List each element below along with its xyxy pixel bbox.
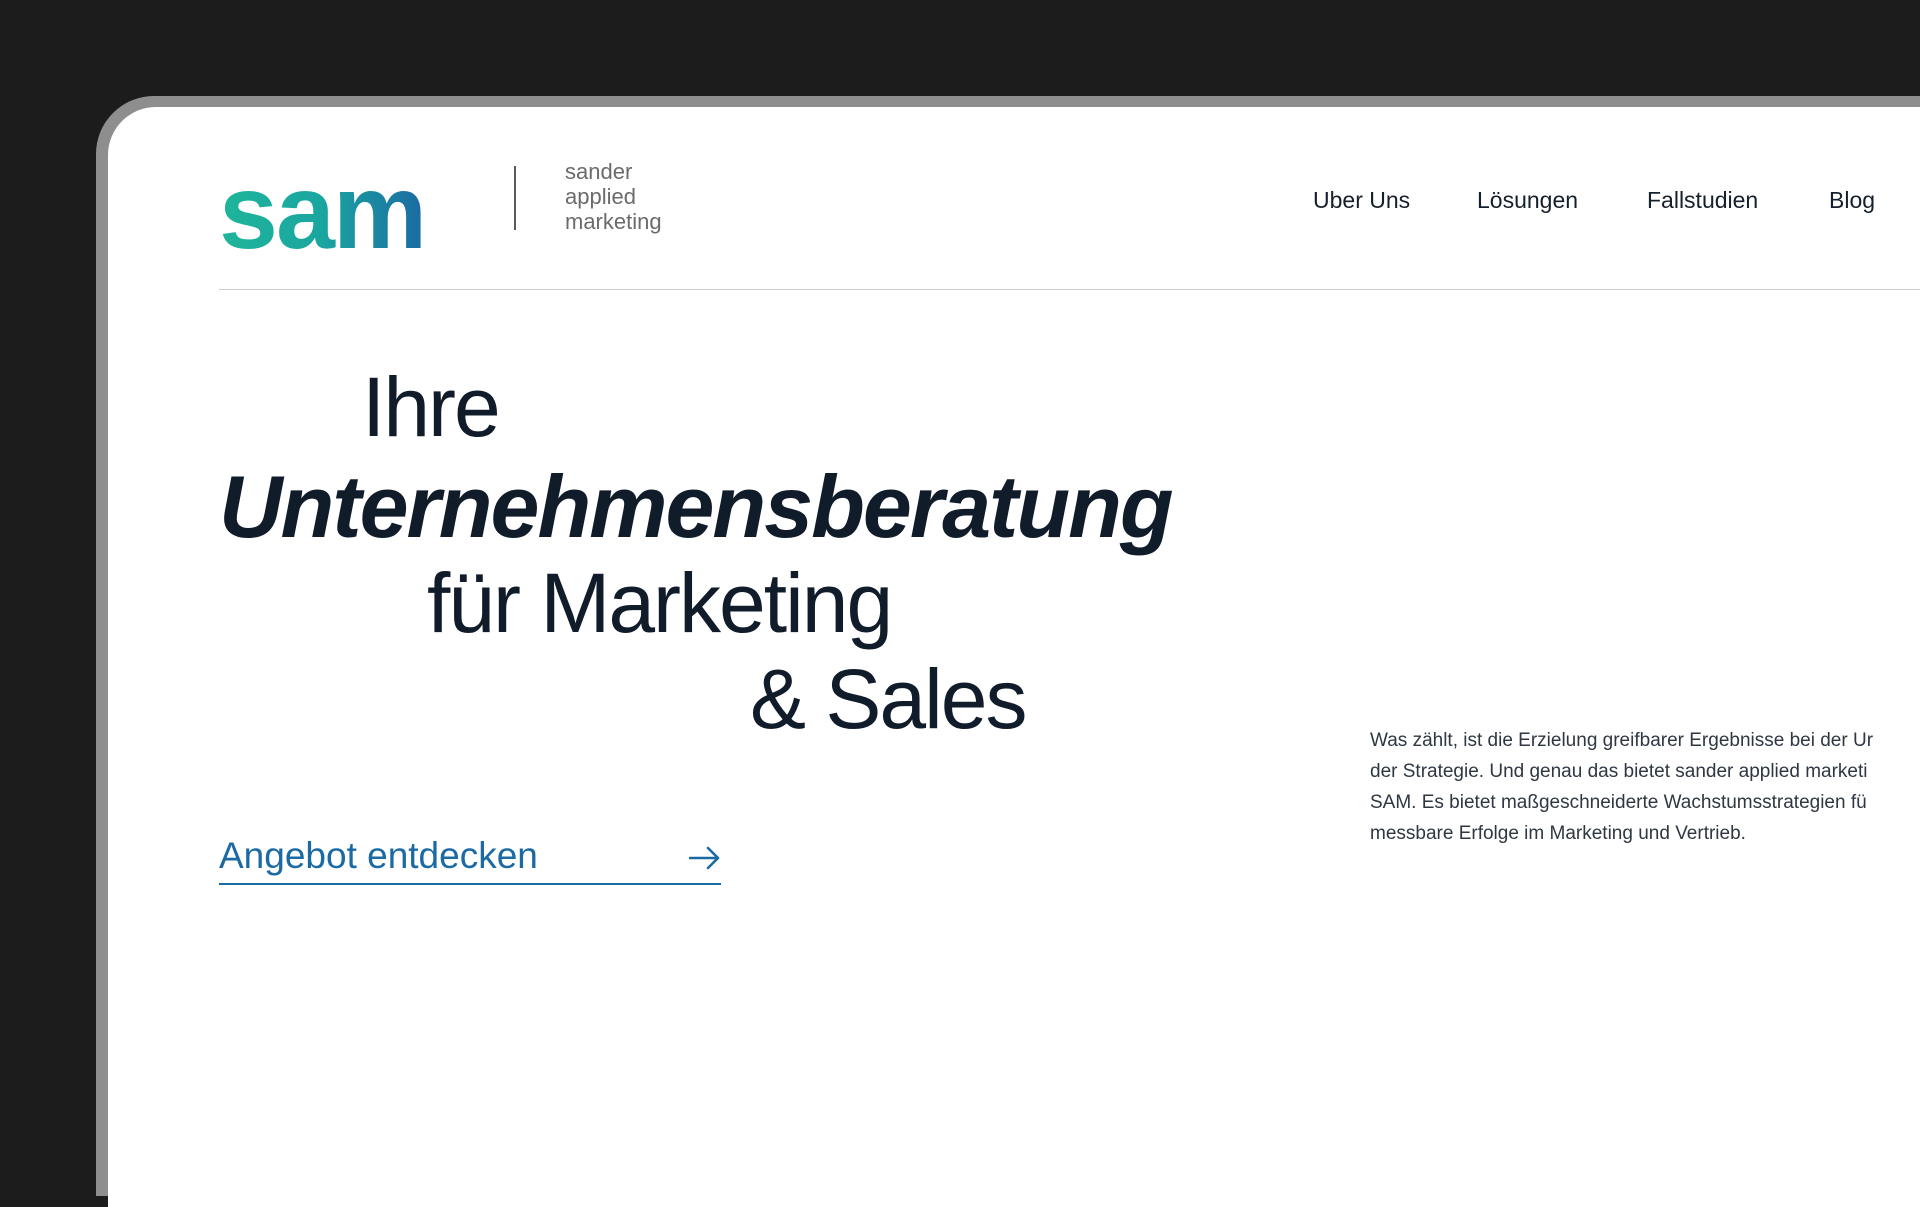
intro-paragraph: Was zählt, ist die Erzielung greifbarer … [1370, 725, 1920, 849]
arrow-right-icon [689, 846, 720, 870]
intro-line: messbare Erfolge im Marketing und Vertri… [1370, 823, 1746, 844]
header-divider [219, 289, 1920, 290]
browser-viewport: sam sander applied marketing Uber Uns Lö… [108, 107, 1920, 1207]
logo-tagline-line: sander [565, 159, 633, 184]
intro-line: SAM. Es bietet maßgeschneiderte Wachstum… [1370, 792, 1867, 813]
discover-offer-link[interactable]: Angebot entdecken [219, 835, 721, 885]
logo-tagline-line: applied [565, 184, 636, 209]
intro-line: der Strategie. Und genau das bietet sand… [1370, 761, 1868, 782]
nav-item-blog[interactable]: Blog [1829, 187, 1875, 214]
logo-tagline: sander applied marketing [565, 159, 662, 234]
hero-line-2: Unternehmensberatung [219, 457, 1174, 556]
hero-line-4: & Sales [750, 652, 1027, 746]
intro-line: Was zählt, ist die Erzielung greifbarer … [1370, 730, 1874, 751]
nav-item-uber-uns[interactable]: Uber Uns [1313, 187, 1410, 214]
logo-divider [514, 166, 516, 230]
logo-tagline-line: marketing [565, 209, 662, 234]
logo-wordmark-text: sam [219, 153, 427, 271]
hero-line-1: Ihre [362, 360, 501, 454]
nav-item-losungen[interactable]: Lösungen [1477, 187, 1578, 214]
logo-wordmark: sam [219, 153, 427, 271]
hero-line-3: für Marketing [427, 556, 893, 650]
nav-item-fallstudien[interactable]: Fallstudien [1647, 187, 1758, 214]
discover-offer-label: Angebot entdecken [219, 835, 538, 876]
